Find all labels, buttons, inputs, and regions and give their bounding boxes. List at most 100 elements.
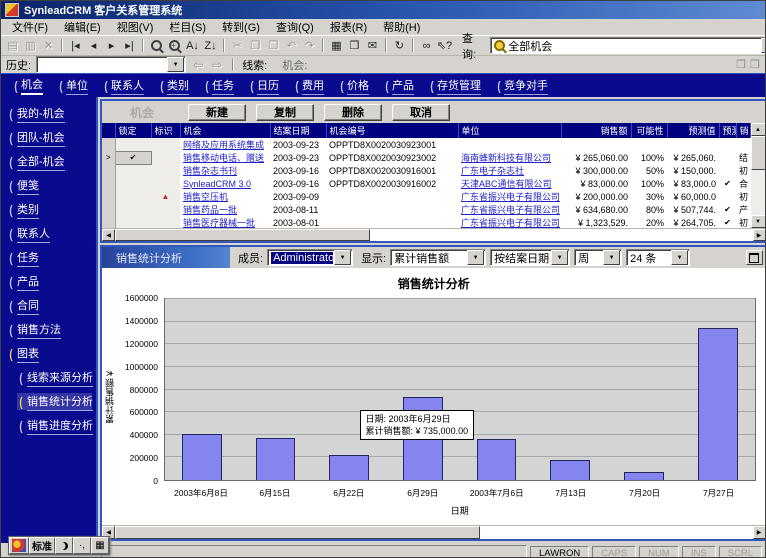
- column-header-7[interactable]: 销售额: [561, 123, 631, 138]
- table-row[interactable]: 销售杂志书刊 2003-09-16OPPTD8X0020030916001广东电子…: [102, 164, 750, 177]
- cell-unit[interactable]: 海南蜂新科技有限公司: [458, 151, 561, 164]
- cell-flag[interactable]: [151, 151, 180, 164]
- table-row[interactable]: 销售医疗器械一批2003-08-01广东省振兴电子有限公司¥ 1,323,529…: [102, 216, 750, 228]
- sort-descending-icon[interactable]: Z↓: [202, 38, 219, 54]
- cell-selector[interactable]: [102, 138, 115, 151]
- cell-predict[interactable]: [719, 164, 736, 177]
- chart-bar[interactable]: [256, 438, 296, 480]
- cell-code[interactable]: OPPTD8X0020030923002: [326, 151, 458, 164]
- column-header-10[interactable]: 预测: [719, 123, 736, 138]
- cell-code[interactable]: OPPTD8X0020030916001: [326, 164, 458, 177]
- cell-amount[interactable]: ¥ 300,000.00: [561, 164, 631, 177]
- scroll-right-icon[interactable]: ▶: [753, 526, 766, 539]
- cell-stage[interactable]: 初: [736, 216, 750, 228]
- cell-code[interactable]: [326, 190, 458, 203]
- tab-9[interactable]: (存货管理: [427, 75, 490, 97]
- menu-item-0[interactable]: 文件(F): [4, 18, 56, 36]
- menu-item-1[interactable]: 编辑(E): [56, 18, 109, 36]
- mail-icon[interactable]: ✉: [364, 38, 381, 54]
- tab-7[interactable]: (价格: [337, 75, 378, 97]
- cell-predict[interactable]: ✔: [719, 203, 736, 216]
- sidebar-item-0[interactable]: (我的-机会: [7, 105, 96, 122]
- column-header-5[interactable]: 机会编号: [326, 123, 458, 138]
- cell-lock[interactable]: [115, 203, 151, 216]
- cell-forecast[interactable]: ¥ 150,000.: [667, 164, 719, 177]
- zoom-icon[interactable]: [148, 38, 165, 54]
- fullwidth-toggle-button[interactable]: [55, 537, 73, 554]
- scroll-thumb[interactable]: [115, 229, 370, 241]
- cell-probability[interactable]: [631, 138, 667, 151]
- column-header-9[interactable]: 预测值: [667, 123, 719, 138]
- cell-stage[interactable]: 合: [736, 177, 750, 190]
- cell-stage[interactable]: 结: [736, 151, 750, 164]
- opportunity-link[interactable]: 销售空压机: [183, 192, 228, 202]
- cell-close-date[interactable]: 2003-09-16: [270, 164, 326, 177]
- cell-flag[interactable]: [151, 138, 180, 151]
- cell-probability[interactable]: 100%: [631, 177, 667, 190]
- cell-close-date[interactable]: 2003-09-23: [270, 138, 326, 151]
- next-record-icon[interactable]: ▸: [103, 38, 120, 54]
- undo-icon[interactable]: ↶: [283, 38, 300, 54]
- opportunity-link[interactable]: 销售医疗器械一批: [183, 218, 255, 228]
- sidebar-item-4[interactable]: (类别: [7, 201, 96, 218]
- tab-6[interactable]: (费用: [292, 75, 333, 97]
- table-row[interactable]: SynleadCRM 3.02003-09-16OPPTD8X002003091…: [102, 177, 750, 190]
- sidebar-item-13[interactable]: (销售进度分析: [17, 417, 96, 434]
- cell-lock[interactable]: ✔: [115, 151, 151, 164]
- cell-forecast[interactable]: ¥ 265,060.: [667, 151, 719, 164]
- cell-selector[interactable]: [102, 203, 115, 216]
- redo-icon[interactable]: ↷: [301, 38, 318, 54]
- cell-opportunity[interactable]: 销售空压机: [180, 190, 270, 203]
- cell-probability[interactable]: 80%: [631, 203, 667, 216]
- cell-forecast[interactable]: [667, 138, 719, 151]
- cell-selector[interactable]: >: [102, 151, 115, 164]
- opportunity-link[interactable]: 销售药品一批: [183, 205, 237, 215]
- menu-item-7[interactable]: 帮助(H): [375, 18, 428, 36]
- menu-item-3[interactable]: 栏目(S): [161, 18, 214, 36]
- copy-button[interactable]: 复制: [256, 104, 314, 121]
- sidebar-item-1[interactable]: (团队-机会: [7, 129, 96, 146]
- member-combobox[interactable]: Administrator ▼: [267, 249, 353, 266]
- cell-lock[interactable]: [115, 216, 151, 228]
- help-pointer-icon[interactable]: ⇖?: [436, 38, 453, 54]
- last-record-icon[interactable]: ▸|: [121, 38, 138, 54]
- scroll-down-icon[interactable]: ▼: [751, 215, 766, 228]
- prev-record-icon[interactable]: ◂: [85, 38, 102, 54]
- sidebar-item-5[interactable]: (联系人: [7, 225, 96, 242]
- delete-button[interactable]: 删除: [324, 104, 382, 121]
- cell-stage[interactable]: [736, 138, 750, 151]
- find-icon[interactable]: ∞: [418, 38, 435, 54]
- maximize-button[interactable]: [746, 250, 763, 265]
- cell-code[interactable]: [326, 203, 458, 216]
- history-combobox[interactable]: ▼: [36, 56, 186, 73]
- preview-icon[interactable]: [166, 38, 183, 54]
- cell-close-date[interactable]: 2003-08-01: [270, 216, 326, 228]
- new-record-icon[interactable]: ▤: [4, 38, 21, 54]
- cell-unit[interactable]: 天津ABC通信有限公司: [458, 177, 561, 190]
- opportunity-link[interactable]: 销售杂志书刊: [183, 166, 237, 176]
- forward-icon[interactable]: ⇨: [210, 58, 224, 72]
- display-dropdown-arrow[interactable]: ▼: [467, 250, 484, 265]
- cell-unit[interactable]: 广东电子杂志社: [458, 164, 561, 177]
- cell-close-date[interactable]: 2003-09-16: [270, 177, 326, 190]
- tab-2[interactable]: (联系人: [101, 75, 153, 97]
- cell-forecast[interactable]: ¥ 264,705.: [667, 216, 719, 228]
- column-header-1[interactable]: 锁定: [115, 123, 151, 138]
- cell-forecast[interactable]: ¥ 507,744.: [667, 203, 719, 216]
- cell-code[interactable]: OPPTD8X0020030923001: [326, 138, 458, 151]
- column-header-11[interactable]: 销: [736, 123, 750, 138]
- refresh-icon[interactable]: ↻: [391, 38, 408, 54]
- unit-link[interactable]: 天津ABC通信有限公司: [461, 179, 552, 189]
- unit-link[interactable]: 广东省振兴电子有限公司: [461, 192, 560, 202]
- sidebar-item-8[interactable]: (合同: [7, 297, 96, 314]
- unit-link[interactable]: 广东电子杂志社: [461, 166, 524, 176]
- cell-probability[interactable]: 20%: [631, 216, 667, 228]
- query-combobox[interactable]: 全部机会 ▼: [490, 37, 766, 54]
- chart-bar[interactable]: [698, 328, 738, 480]
- count-dropdown-arrow[interactable]: ▼: [671, 250, 688, 265]
- cell-predict[interactable]: [719, 138, 736, 151]
- cell-flag[interactable]: [151, 177, 180, 190]
- delete-record-icon[interactable]: ✕: [40, 38, 57, 54]
- tab-5[interactable]: (日历: [247, 75, 288, 97]
- unit-link[interactable]: 海南蜂新科技有限公司: [461, 153, 551, 163]
